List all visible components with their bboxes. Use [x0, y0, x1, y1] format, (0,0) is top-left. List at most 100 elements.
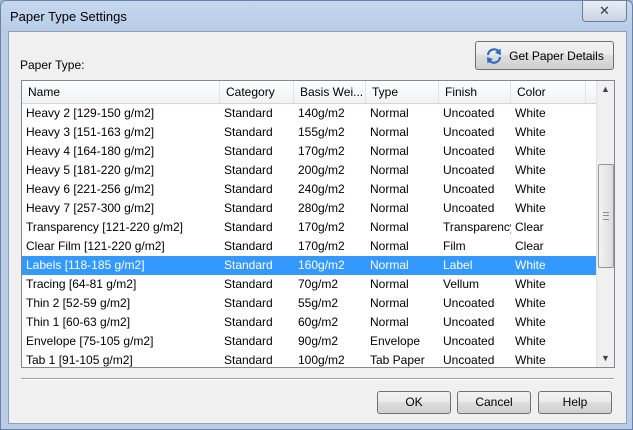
scrollbar-grip-icon	[603, 212, 609, 220]
cell-basis-weight: 280g/m2	[298, 201, 345, 215]
cell-type: Normal	[370, 144, 409, 158]
cell-finish: Uncoated	[443, 106, 495, 120]
table-row[interactable]: Heavy 4 [164-180 g/m2] Standard 170g/m2 Nor…	[22, 142, 596, 161]
cell-color: White	[515, 144, 546, 158]
table-row[interactable]: Heavy 2 [129-150 g/m2] Standard 140g/m2 Nor…	[22, 104, 596, 123]
cell-color: White	[515, 315, 546, 329]
cell-finish: Uncoated	[443, 144, 495, 158]
paper-type-list[interactable]: Name Category Basis Wei... Type Finish C…	[21, 80, 615, 368]
cell-name: Heavy 3 [151-163 g/m2]	[26, 125, 155, 139]
get-paper-details-button[interactable]: Get Paper Details	[475, 41, 614, 70]
table-row[interactable]: Thin 1 [60-63 g/m2] Standard 60g/m2 Normal U…	[22, 313, 596, 332]
column-header-name[interactable]: Name	[22, 81, 220, 103]
cell-name: Clear Film [121-220 g/m2]	[26, 239, 165, 253]
get-paper-details-label: Get Paper Details	[509, 48, 604, 63]
cell-basis-weight: 200g/m2	[298, 163, 345, 177]
table-row[interactable]: Heavy 3 [151-163 g/m2] Standard 155g/m2 Nor…	[22, 123, 596, 142]
cell-basis-weight: 170g/m2	[298, 144, 345, 158]
cell-color: White	[515, 277, 546, 291]
table-row-selected[interactable]: Labels [118-185 g/m2] Standard 160g/m2 Norm…	[22, 256, 596, 275]
table-row[interactable]: Clear Film [121-220 g/m2] Standard 170g/m2…	[22, 237, 596, 256]
column-header-type[interactable]: Type	[366, 81, 439, 103]
cell-finish: Uncoated	[443, 353, 495, 367]
cell-category: Standard	[224, 106, 273, 120]
cell-category: Standard	[224, 277, 273, 291]
cell-finish: Transparency	[443, 220, 511, 234]
cell-category: Standard	[224, 182, 273, 196]
close-button[interactable]: ✕	[582, 1, 627, 22]
cell-color: White	[515, 353, 546, 367]
cell-basis-weight: 70g/m2	[298, 277, 339, 291]
cell-basis-weight: 240g/m2	[298, 182, 345, 196]
scrollbar-thumb[interactable]	[598, 164, 614, 268]
cell-category: Standard	[224, 334, 273, 348]
cell-basis-weight: 60g/m2	[298, 315, 339, 329]
cell-basis-weight: 170g/m2	[298, 239, 345, 253]
cell-basis-weight: 100g/m2	[298, 353, 345, 367]
help-button[interactable]: Help	[538, 391, 612, 414]
cell-type: Normal	[370, 125, 409, 139]
cell-name: Labels [118-185 g/m2]	[26, 258, 145, 272]
cell-basis-weight: 140g/m2	[298, 106, 345, 120]
cell-color: White	[515, 163, 546, 177]
column-header-basis-weight[interactable]: Basis Wei...	[294, 81, 366, 103]
cell-basis-weight: 155g/m2	[298, 125, 345, 139]
table-row[interactable]: Heavy 6 [221-256 g/m2] Standard 240g/m2 Nor…	[22, 180, 596, 199]
cell-color: White	[515, 106, 546, 120]
cell-finish: Vellum	[443, 277, 480, 291]
refresh-icon	[487, 47, 502, 64]
column-header-category[interactable]: Category	[220, 81, 294, 103]
cell-name: Thin 2 [52-59 g/m2]	[26, 296, 131, 310]
cell-type: Normal	[370, 163, 409, 177]
cell-finish: Uncoated	[443, 182, 495, 196]
cell-finish: Film	[443, 239, 466, 253]
cell-name: Heavy 2 [129-150 g/m2]	[26, 106, 155, 120]
table-row[interactable]: Heavy 7 [257-300 g/m2] Standard 280g/m2 Nor…	[22, 199, 596, 218]
table-row[interactable]: Tab 1 [91-105 g/m2] Standard 100g/m2 Tab Pa…	[22, 351, 596, 367]
table-row[interactable]: Envelope [75-105 g/m2] Standard 90g/m2 Enve…	[22, 332, 596, 351]
cell-type: Normal	[370, 239, 409, 253]
cell-type: Normal	[370, 182, 409, 196]
table-row[interactable]: Tracing [64-81 g/m2] Standard 70g/m2 Normal…	[22, 275, 596, 294]
cell-color: White	[515, 296, 546, 310]
cell-type: Normal	[370, 201, 409, 215]
cell-category: Standard	[224, 144, 273, 158]
table-row[interactable]: Thin 2 [52-59 g/m2] Standard 55g/m2 Normal U…	[22, 294, 596, 313]
cell-color: Clear	[515, 239, 544, 253]
list-header: Name Category Basis Wei... Type Finish C…	[22, 81, 596, 104]
cell-finish: Uncoated	[443, 163, 495, 177]
cell-name: Tab 1 [91-105 g/m2]	[26, 353, 133, 367]
cell-name: Heavy 6 [221-256 g/m2]	[26, 182, 155, 196]
table-row[interactable]: Heavy 5 [181-220 g/m2] Standard 200g/m2 Nor…	[22, 161, 596, 180]
cell-name: Heavy 5 [181-220 g/m2]	[26, 163, 155, 177]
cell-name: Heavy 4 [164-180 g/m2]	[26, 144, 155, 158]
cell-category: Standard	[224, 220, 273, 234]
scroll-down-icon[interactable]: ▼	[597, 350, 614, 367]
cell-type: Tab Paper	[370, 353, 425, 367]
ok-button[interactable]: OK	[377, 391, 451, 414]
cell-category: Standard	[224, 163, 273, 177]
cell-category: Standard	[224, 315, 273, 329]
cell-color: White	[515, 201, 546, 215]
cell-category: Standard	[224, 296, 273, 310]
cell-category: Standard	[224, 258, 273, 272]
scroll-up-icon[interactable]: ▲	[597, 81, 614, 98]
cell-color: White	[515, 334, 546, 348]
cell-name: Tracing [64-81 g/m2]	[26, 277, 137, 291]
cell-type: Normal	[370, 315, 409, 329]
cell-type: Normal	[370, 277, 409, 291]
cancel-button[interactable]: Cancel	[457, 391, 531, 414]
title-bar[interactable]: Paper Type Settings ✕	[1, 1, 632, 31]
cell-finish: Uncoated	[443, 315, 495, 329]
cell-name: Heavy 7 [257-300 g/m2]	[26, 201, 155, 215]
cell-finish: Uncoated	[443, 201, 495, 215]
cell-color: Clear	[515, 220, 544, 234]
cell-type: Normal	[370, 296, 409, 310]
column-header-color[interactable]: Color	[511, 81, 586, 103]
cell-color: White	[515, 258, 546, 272]
cell-finish: Label	[443, 258, 473, 272]
table-row[interactable]: Transparency [121-220 g/m2] Standard 170g/…	[22, 218, 596, 237]
vertical-scrollbar[interactable]: ▲ ▼	[596, 81, 614, 367]
column-header-finish[interactable]: Finish	[439, 81, 511, 103]
cell-finish: Uncoated	[443, 334, 495, 348]
